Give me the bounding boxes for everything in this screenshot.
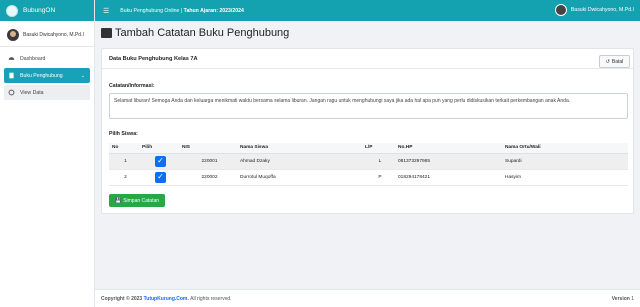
row-number: 1 <box>109 153 139 170</box>
top-user-name: Basuki Dwicahyono, M.Pd.I <box>570 7 634 13</box>
sidebar-user-name: Basuki Dwicahyono, M.Pd.I <box>23 31 84 38</box>
select-cell: ✓ <box>139 153 179 170</box>
student-nis: 220001 <box>179 153 237 170</box>
top-user-menu[interactable]: Basuki Dwicahyono, M.Pd.I <box>554 4 634 16</box>
top-title: Buku Penghubung Online | Tahun Ajaran: 2… <box>120 8 244 14</box>
notes-textarea[interactable]: Selamat liburan! Semoga Anda dan keluarg… <box>109 93 628 119</box>
avatar <box>7 28 19 41</box>
card-title: Data Buku Penghubung Kelas 7A <box>102 49 633 69</box>
student-parent: Hasyim <box>502 169 628 186</box>
circle-icon <box>8 89 15 96</box>
column-header: Pilih <box>139 143 179 154</box>
students-label: Pilih Siswa: <box>109 131 138 137</box>
form-card: Data Buku Penghubung Kelas 7A ↺ Batal Ca… <box>101 48 634 214</box>
academic-year: Tahun Ajaran: 2023/2024 <box>183 7 244 14</box>
column-header: NIS <box>179 143 237 154</box>
sidebar-item-label: Buku Penghubung <box>20 72 63 79</box>
student-phone: 081373297985 <box>395 153 502 170</box>
chevron-down-icon: ⌄ <box>80 72 85 79</box>
brand-bar[interactable]: BubungON <box>0 0 94 21</box>
students-table: No Pilih NIS Nama Siswa L/P No.HP Nama O… <box>109 143 628 186</box>
sidebar-nav: Dashboard Buku Penghubung ⌄ View Data <box>0 47 94 100</box>
column-header: Nama Siswa <box>237 143 362 154</box>
save-button-label: Simpan Catatan <box>123 197 160 204</box>
save-icon: 💾 <box>114 197 122 204</box>
sidebar-item-label: View Data <box>20 89 44 96</box>
column-header: No.HP <box>395 143 502 154</box>
footer-link[interactable]: TutupKurung.Com. <box>144 296 189 302</box>
dashboard-icon <box>8 57 15 60</box>
table-row: 1 ✓ 220001 Ahmad Dzaky L 081373297985 Su… <box>109 153 628 170</box>
book-icon <box>9 72 14 79</box>
student-name: Durrotul Muqoffa <box>237 169 362 186</box>
version-value: 1 <box>631 295 634 302</box>
row-number: 2 <box>109 169 139 186</box>
column-header: No <box>109 143 139 154</box>
sidebar-item-label: Dashboard <box>20 55 46 62</box>
undo-icon: ↺ <box>605 58 610 65</box>
box-icon <box>101 28 112 38</box>
student-parent: Supardi <box>502 153 628 170</box>
cancel-button-label: Batal <box>611 58 624 65</box>
menu-icon[interactable]: ☰ <box>103 7 109 15</box>
table-header-row: No Pilih NIS Nama Siswa L/P No.HP Nama O… <box>109 143 628 154</box>
student-gender: L <box>362 153 395 170</box>
student-checkbox[interactable]: ✓ <box>155 171 166 183</box>
version-label: Version <box>611 295 630 302</box>
column-header: Nama Ortu/Wali <box>502 143 628 154</box>
student-name: Ahmad Dzaky <box>237 153 362 170</box>
copyright-suffix: All rights reserved. <box>190 295 232 302</box>
sidebar-item-dashboard[interactable]: Dashboard <box>4 51 90 66</box>
student-gender: P <box>362 169 395 186</box>
cancel-button[interactable]: ↺ Batal <box>599 55 630 68</box>
table-row: 2 ✓ 220002 Durrotul Muqoffa P 0182941784… <box>109 169 628 186</box>
top-title-prefix: Buku Penghubung Online | <box>120 7 183 14</box>
save-button[interactable]: 💾 Simpan Catatan <box>109 194 165 207</box>
version-info: Version 1 <box>612 296 634 302</box>
top-bar: ☰ Buku Penghubung Online | Tahun Ajaran:… <box>95 0 640 21</box>
sidebar: BubungON Basuki Dwicahyono, M.Pd.I Dashb… <box>0 0 95 307</box>
student-checkbox[interactable]: ✓ <box>155 155 166 167</box>
select-cell: ✓ <box>139 169 179 186</box>
brand-name: BubungON <box>23 7 56 14</box>
footer: Copyright © 2023 TutupKurung.Com. All ri… <box>95 289 640 307</box>
copyright-prefix: Copyright © 2023 <box>101 295 143 302</box>
student-phone: 018294178421 <box>395 169 502 186</box>
student-nis: 220002 <box>179 169 237 186</box>
sidebar-user-panel[interactable]: Basuki Dwicahyono, M.Pd.I <box>0 23 94 47</box>
brand-logo-icon <box>6 4 18 17</box>
avatar <box>554 4 567 16</box>
sidebar-item-view-data[interactable]: View Data <box>4 85 90 100</box>
notes-label: Catatan/Informasi: <box>109 83 155 89</box>
column-header: L/P <box>362 143 395 154</box>
sidebar-item-buku-penghubung[interactable]: Buku Penghubung ⌄ <box>4 68 90 83</box>
page-title-text: Tambah Catatan Buku Penghubung <box>115 27 290 39</box>
page-title: Tambah Catatan Buku Penghubung <box>101 27 289 39</box>
